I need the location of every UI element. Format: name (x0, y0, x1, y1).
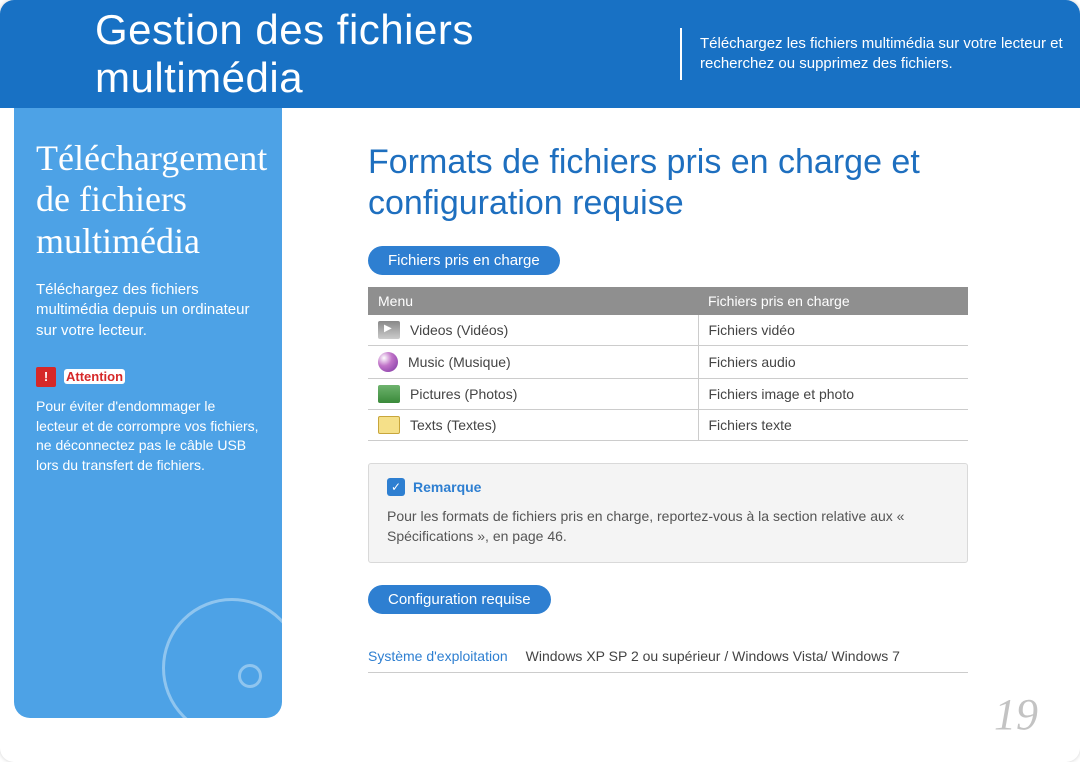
note-checkmark-icon: ✓ (387, 478, 405, 496)
table-row: Music (Musique) Fichiers audio (368, 345, 968, 378)
row-menu: Texts (Textes) (410, 417, 496, 433)
note-label: Remarque (413, 479, 481, 495)
table-row: Pictures (Photos) Fichiers image et phot… (368, 378, 968, 409)
row-files: Fichiers texte (698, 409, 968, 440)
table-header-files: Fichiers pris en charge (698, 287, 968, 315)
sidebar: Téléchargement de fichiers multimédia Té… (14, 108, 282, 718)
table-header-menu: Menu (368, 287, 698, 315)
header-title: Gestion des fichiers multimédia (95, 6, 662, 102)
note-box: ✓ Remarque Pour les formats de fichiers … (368, 463, 968, 564)
pill-config: Configuration requise (368, 585, 551, 614)
main-title: Formats de fichiers pris en charge et co… (368, 142, 1008, 224)
row-files: Fichiers vidéo (698, 315, 968, 346)
os-requirement-row: Système d'exploitation Windows XP SP 2 o… (368, 640, 968, 673)
sidebar-title: Téléchargement de fichiers multimédia (36, 138, 260, 262)
attention-icon (36, 367, 56, 387)
attention-header: Attention (36, 367, 260, 387)
table-row: Texts (Textes) Fichiers texte (368, 409, 968, 440)
header-subtitle: Téléchargez les fichiers multimédia sur … (700, 34, 1080, 75)
music-icon (378, 352, 398, 372)
row-menu: Pictures (Photos) (410, 386, 517, 402)
table-row: Videos (Vidéos) Fichiers vidéo (368, 315, 968, 346)
row-menu: Music (Musique) (408, 354, 511, 370)
attention-text: Pour éviter d'endommager le lecteur et d… (36, 397, 260, 475)
decorative-rings (132, 568, 282, 718)
picture-icon (378, 385, 400, 403)
attention-label: Attention (64, 369, 125, 384)
left-margin (0, 108, 14, 748)
video-icon (378, 321, 400, 339)
page-number: 19 (994, 689, 1038, 740)
main-content: Formats de fichiers pris en charge et co… (296, 128, 1056, 673)
note-body: Pour les formats de fichiers pris en cha… (387, 506, 949, 547)
supported-files-table: Menu Fichiers pris en charge Videos (Vid… (368, 287, 968, 441)
header-divider (680, 28, 682, 80)
page-root: Gestion des fichiers multimédia Téléchar… (0, 0, 1080, 762)
sidebar-desc: Téléchargez des fichiers multimédia depu… (36, 280, 260, 341)
header: Gestion des fichiers multimédia Téléchar… (0, 0, 1080, 108)
text-icon (378, 416, 400, 434)
os-label: Système d'exploitation (368, 648, 508, 664)
row-files: Fichiers audio (698, 345, 968, 378)
row-menu: Videos (Vidéos) (410, 322, 508, 338)
pill-supported-files: Fichiers pris en charge (368, 246, 560, 275)
os-value: Windows XP SP 2 ou supérieur / Windows V… (526, 648, 900, 664)
row-files: Fichiers image et photo (698, 378, 968, 409)
